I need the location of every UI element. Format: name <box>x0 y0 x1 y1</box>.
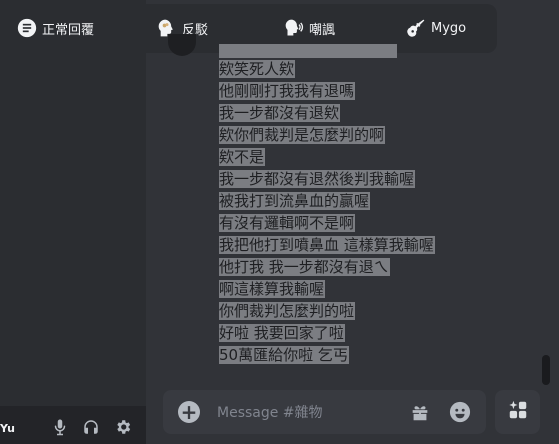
message-line: 欸不是 <box>219 148 266 166</box>
message-line: 好啦 我要回家了啦 <box>219 324 345 342</box>
message-line: 欸你們裁判是怎麼判的啊 <box>219 126 386 144</box>
message-line: 啊這樣算我輸喔 <box>219 280 326 298</box>
emoji-icon[interactable] <box>449 401 471 423</box>
tab-label: 嘲諷 <box>309 22 336 38</box>
tab-label: Mygo <box>431 20 467 36</box>
tab-mock[interactable]: 嘲諷 <box>283 17 335 39</box>
message-line: 我把他打到噴鼻血 這樣算我輸喔 <box>219 236 435 254</box>
menu-circle-icon <box>16 17 38 39</box>
message-input[interactable] <box>215 400 399 426</box>
message-line: 50萬匯給你啦 乞丐 <box>219 346 349 364</box>
message-line: 被我打到流鼻血的贏喔 <box>219 192 371 210</box>
message-line: 你們裁判怎麼判的啦 <box>219 302 356 320</box>
tab-mygo[interactable]: Mygo <box>405 17 466 39</box>
microphone-icon[interactable] <box>50 417 70 437</box>
head-speaking-icon <box>283 17 305 39</box>
message-list: 欸笑死人欸 他剛剛打我我有退嗎 我一步都沒有退欸 欸你們裁判是怎麼判的啊 欸不是… <box>219 58 435 366</box>
apps-button[interactable] <box>495 390 540 434</box>
user-panel: Yu <box>0 406 146 444</box>
message-composer: + <box>163 390 486 434</box>
message-line: 他剛剛打我我有退嗎 <box>219 82 356 100</box>
tab-label: 正常回覆 <box>42 22 95 38</box>
message-line: 欸笑死人欸 <box>219 60 296 78</box>
channel-sidebar: Yu <box>0 0 146 444</box>
username: Yu <box>0 422 15 435</box>
settings-gear-icon[interactable] <box>113 417 133 437</box>
add-attachment-icon[interactable]: + <box>178 401 200 423</box>
guitar-icon <box>405 17 427 39</box>
scrollbar-thumb[interactable] <box>542 355 550 385</box>
message-line: 有沒有邏輯啊不是啊 <box>219 214 356 232</box>
message-line: 我一步都沒有退欸 <box>219 104 341 122</box>
headphones-icon[interactable] <box>81 417 101 437</box>
tab-normal-reply[interactable]: 正常回覆 <box>16 17 94 39</box>
apps-icon <box>507 399 529 425</box>
selection-highlight <box>219 44 397 58</box>
message-line: 他打我 我一步都沒有退ㄟ <box>219 258 390 276</box>
gift-icon[interactable] <box>409 401 431 423</box>
message-line: 我一步都沒有退然後判我輸喔 <box>219 170 416 188</box>
